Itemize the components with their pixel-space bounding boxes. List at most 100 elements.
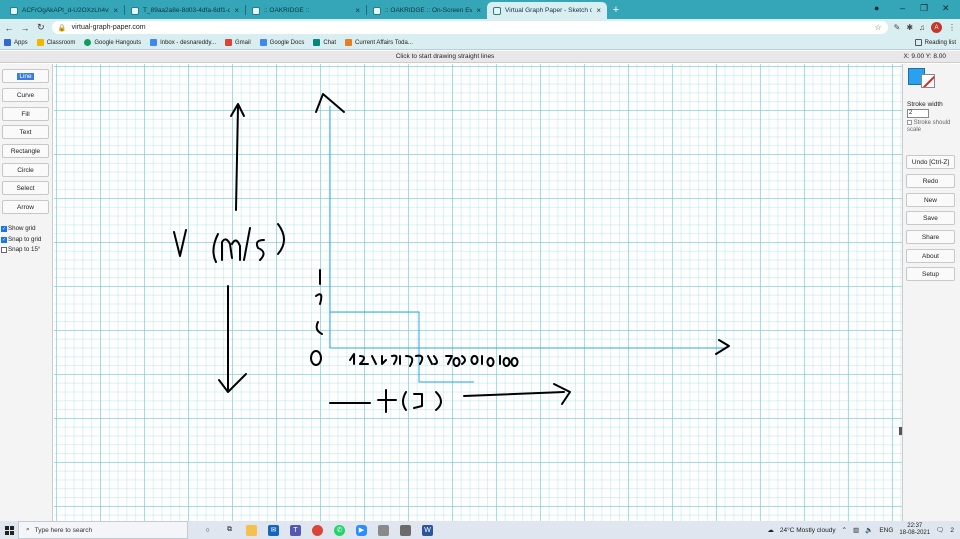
windows-logo-icon: [4, 525, 14, 535]
forward-icon[interactable]: →: [20, 23, 30, 33]
tool-curve-button[interactable]: Curve: [2, 88, 49, 102]
snap-to-grid-checkbox[interactable]: ✓ Snap to grid: [1, 236, 41, 243]
cursor-coordinates: X: 9.00 Y: 8.00: [903, 53, 946, 60]
bookmark-current-affairs[interactable]: Current Affairs Toda...: [345, 39, 413, 46]
undo-button[interactable]: Undo [Ctrl-Z]: [906, 155, 955, 169]
minimize-icon[interactable]: –: [900, 3, 905, 13]
tool-panel: Line Curve Fill Text Rectangle Circle Se…: [0, 64, 53, 521]
task-view-icon[interactable]: ⧉: [224, 525, 235, 536]
apps-grid-icon: [4, 39, 11, 46]
browser-tab[interactable]: T_89aa2a8e-8d03-4dfa-8df1-d3... ×: [125, 2, 245, 19]
weather-text[interactable]: 24°C Mostly cloudy: [780, 527, 836, 534]
mail-icon[interactable]: ✉: [268, 524, 279, 536]
tray-chevron-icon[interactable]: ⌃: [842, 526, 847, 534]
media-control-icon[interactable]: ♫: [919, 23, 925, 32]
new-button[interactable]: New: [906, 193, 955, 207]
network-icon[interactable]: ▥: [853, 526, 859, 534]
volume-icon[interactable]: 🔈: [865, 526, 873, 534]
bookmark-google-docs[interactable]: Google Docs: [259, 39, 305, 46]
tool-circle-button[interactable]: Circle: [2, 163, 49, 177]
menu-kebab-icon[interactable]: ⋮: [948, 23, 956, 32]
browser-tab[interactable]: ACFrOgAkAPt_d-U2OXzLh4vP... ×: [4, 2, 124, 19]
stroke-width-input[interactable]: 2: [907, 109, 929, 118]
setup-button[interactable]: Setup: [906, 267, 955, 281]
new-tab-button[interactable]: +: [607, 4, 625, 16]
browser-tab-active[interactable]: Virtual Graph Paper - Sketch on... ×: [487, 2, 607, 19]
weather-icon: ☁: [767, 527, 774, 534]
tool-rectangle-button[interactable]: Rectangle: [2, 144, 49, 158]
tool-select-button[interactable]: Select: [2, 181, 49, 195]
tool-line-button[interactable]: Line: [2, 69, 49, 83]
close-tab-icon[interactable]: ×: [234, 6, 239, 15]
bookmark-inbox[interactable]: Inbox - desnareddy...: [150, 39, 216, 46]
bookmark-star-icon[interactable]: ☆: [874, 23, 881, 32]
stroke-scale-checkbox[interactable]: Stroke should scale: [907, 120, 960, 134]
cortana-icon[interactable]: ○: [202, 525, 213, 536]
tool-text-button[interactable]: Text: [2, 125, 49, 139]
word-icon[interactable]: W: [422, 524, 433, 536]
snap-to-15-checkbox[interactable]: Snap to 15°: [1, 246, 40, 253]
save-button[interactable]: Save: [906, 211, 955, 225]
file-explorer-icon[interactable]: [246, 524, 257, 536]
tool-arrow-button[interactable]: Arrow: [2, 200, 49, 214]
back-icon[interactable]: ←: [4, 23, 14, 33]
graph-canvas[interactable]: [54, 64, 902, 521]
browser-tab[interactable]: :: OAKRIDGE :: ×: [246, 2, 366, 19]
maximize-icon[interactable]: ❐: [920, 3, 928, 14]
y-tick-scribble: [315, 269, 323, 335]
url-field[interactable]: 🔒 virtual-graph-paper.com ☆: [51, 21, 888, 34]
bookmark-classroom[interactable]: Classroom: [36, 39, 75, 46]
about-button[interactable]: About: [906, 249, 955, 263]
language-indicator[interactable]: ENG: [879, 527, 893, 534]
bookmark-apps[interactable]: Apps: [4, 39, 28, 46]
checkbox-unchecked-icon: [1, 246, 7, 253]
t-axis-right-line: [463, 391, 565, 397]
checkbox-unchecked-icon: [907, 120, 912, 125]
taskbar-search-field[interactable]: ⌕ Type here to search: [18, 521, 188, 539]
chrome-icon[interactable]: [312, 524, 323, 536]
search-icon: ⌕: [26, 526, 30, 533]
checkbox-label: Snap to 15°: [8, 246, 41, 253]
close-tab-icon[interactable]: ×: [355, 6, 360, 15]
tab-favicon-icon: [373, 6, 381, 15]
tool-fill-button[interactable]: Fill: [2, 107, 49, 121]
reading-list-icon: [914, 39, 922, 46]
bookmarks-bar: Apps Classroom Google Hangouts Inbox - d…: [0, 36, 960, 50]
reading-list-button[interactable]: Reading list: [914, 39, 956, 46]
extensions-puzzle-icon[interactable]: ✱: [906, 23, 913, 32]
app-icon[interactable]: [400, 524, 411, 536]
show-grid-checkbox[interactable]: ✓ Show grid: [1, 225, 36, 232]
tab-title: :: OAKRIDGE ::: [264, 7, 310, 14]
system-tray: ☁ 24°C Mostly cloudy ⌃ ▥ 🔈 ENG 22:37 18-…: [767, 523, 960, 537]
start-button[interactable]: [0, 521, 18, 539]
bookmark-label: Google Docs: [269, 39, 305, 46]
bookmark-gmail[interactable]: Gmail: [225, 39, 251, 46]
close-window-icon[interactable]: ✕: [942, 3, 950, 14]
bookmark-label: Chat: [323, 39, 337, 46]
extension-icon[interactable]: ✎: [894, 23, 901, 32]
tab-title: T_89aa2a8e-8d03-4dfa-8df1-d3...: [143, 7, 231, 14]
reload-icon[interactable]: ↻: [36, 22, 46, 33]
redo-button[interactable]: Redo: [906, 174, 955, 188]
lock-icon: 🔒: [57, 24, 67, 32]
avatar[interactable]: A: [931, 22, 942, 33]
browser-tab[interactable]: :: OAKRIDGE :: On-Screen Evalu... ×: [367, 2, 487, 19]
down-arrow-head: [218, 373, 247, 393]
close-tab-icon[interactable]: ×: [476, 6, 481, 15]
clock[interactable]: 22:37 18-08-2021: [899, 523, 930, 537]
chat-icon: [313, 39, 321, 46]
t-axis-right-head: [553, 383, 571, 405]
whatsapp-icon[interactable]: ✆: [334, 524, 345, 536]
bookmark-chat[interactable]: Chat: [313, 39, 336, 46]
close-tab-icon[interactable]: ×: [113, 6, 118, 15]
teams-icon[interactable]: T: [290, 524, 301, 536]
label-paren-right: [277, 223, 285, 255]
app-icon[interactable]: [378, 524, 389, 536]
bookmark-hangouts[interactable]: Google Hangouts: [84, 39, 141, 46]
zoom-icon[interactable]: ▶: [356, 524, 367, 536]
notifications-icon[interactable]: 🗨: [936, 526, 944, 534]
profile-circle-icon[interactable]: ●: [874, 3, 879, 13]
fill-none-swatch[interactable]: [921, 74, 935, 88]
close-tab-icon[interactable]: ×: [596, 6, 601, 15]
share-button[interactable]: Share: [906, 230, 955, 244]
